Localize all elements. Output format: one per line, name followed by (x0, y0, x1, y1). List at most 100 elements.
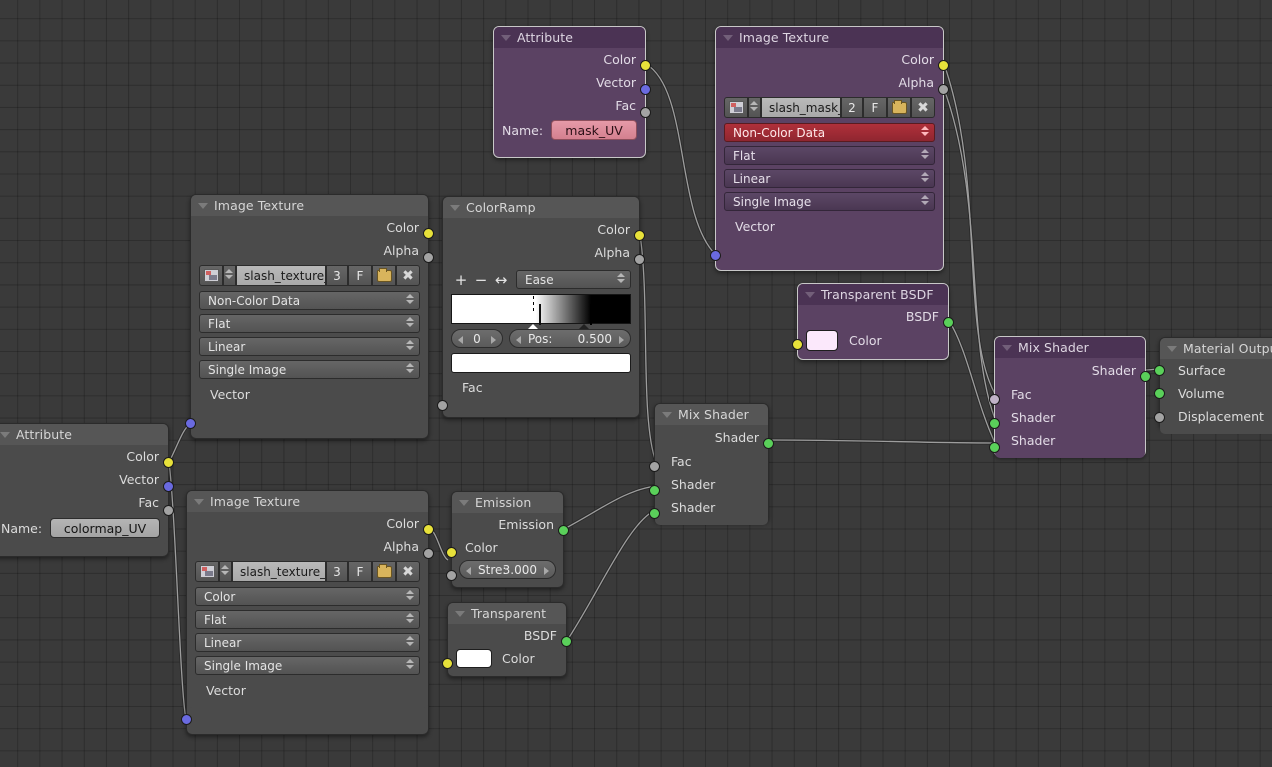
projection-dropdown[interactable]: Flat (195, 610, 420, 629)
transparent-color-swatch[interactable] (456, 649, 492, 668)
image-name-field[interactable]: slash_texture_O... (232, 561, 326, 582)
socket-in-shader-2[interactable] (649, 508, 660, 519)
socket-out-shader[interactable] (763, 438, 774, 449)
socket-in-fac[interactable] (437, 400, 448, 411)
image-browse-updown[interactable] (219, 561, 232, 582)
add-stop-button[interactable]: + (451, 270, 471, 290)
socket-out-shader[interactable] (1140, 371, 1151, 382)
attribute-name-input[interactable]: mask_UV (551, 120, 637, 140)
unlink-image-icon[interactable]: ✖ (396, 265, 420, 286)
node-image-texture-top[interactable]: Image Texture Color Alpha slash_texture_… (185, 194, 434, 439)
socket-in-shader-2[interactable] (989, 442, 1000, 453)
ramp-index-field[interactable]: 0 (451, 329, 503, 348)
collapse-triangle-icon[interactable] (805, 292, 815, 298)
image-name-field[interactable]: slash_mask_... (761, 97, 841, 118)
image-users-count[interactable]: 3 (326, 561, 348, 582)
colorramp-toolbar[interactable]: + − ↔ Ease (443, 269, 639, 290)
node-header[interactable]: Attribute (0, 424, 168, 445)
node-attribute-mask[interactable]: Attribute Color Vector Fac Name: mask_UV (493, 26, 651, 158)
colorspace-dropdown[interactable]: Non-Color Data (724, 123, 935, 142)
attribute-name-input[interactable]: colormap_UV (50, 518, 160, 538)
interpolation-dropdown[interactable]: Linear (195, 633, 420, 652)
image-datablock-icon[interactable] (724, 97, 748, 118)
socket-out-bsdf[interactable] (561, 636, 572, 647)
collapse-triangle-icon[interactable] (198, 203, 208, 209)
socket-in-displacement[interactable] (1154, 412, 1165, 423)
node-header[interactable]: Image Texture (716, 27, 943, 48)
colorspace-dropdown[interactable]: Color (195, 587, 420, 606)
node-header[interactable]: Mix Shader (655, 404, 768, 425)
ramp-stop-color-swatch[interactable] (451, 353, 631, 373)
node-image-texture-mask[interactable]: Image Texture Color Alpha slash_mask_...… (710, 26, 949, 271)
extension-dropdown[interactable]: Single Image (724, 192, 935, 211)
socket-out-color[interactable] (423, 524, 434, 535)
interpolation-dropdown[interactable]: Linear (724, 169, 935, 188)
image-datablock-icon[interactable] (199, 265, 223, 286)
socket-out-color[interactable] (423, 228, 434, 239)
node-mix-shader-mid[interactable]: Mix Shader Shader Fac Shader Shader (649, 403, 774, 525)
socket-out-fac[interactable] (163, 505, 174, 516)
collapse-triangle-icon[interactable] (0, 432, 10, 438)
collapse-triangle-icon[interactable] (455, 611, 465, 617)
ramp-stop-selected[interactable] (526, 296, 541, 330)
socket-in-shader-1[interactable] (649, 485, 660, 496)
ramp-interpolation-dropdown[interactable]: Ease (516, 270, 631, 289)
image-fake-user-button[interactable]: F (348, 561, 372, 582)
node-header[interactable]: Transparent BSDF (798, 284, 948, 305)
node-attribute-colormap[interactable]: Attribute Color Vector Fac Name: colorma… (0, 423, 174, 557)
socket-in-fac[interactable] (649, 461, 660, 472)
socket-out-alpha[interactable] (423, 252, 434, 263)
extension-dropdown[interactable]: Single Image (199, 360, 420, 379)
image-name-field[interactable]: slash_texture_... (236, 265, 326, 286)
node-header[interactable]: Attribute (494, 27, 645, 48)
unlink-image-icon[interactable]: ✖ (911, 97, 935, 118)
image-users-count[interactable]: 2 (841, 97, 863, 118)
node-transparent-bsdf-big[interactable]: Transparent BSDF BSDF Color (792, 283, 954, 360)
node-emission[interactable]: Emission Emission Color Stre: 3.000 (446, 491, 569, 588)
open-image-icon[interactable] (887, 97, 911, 118)
flip-ramp-button[interactable]: ↔ (491, 270, 511, 290)
node-transparent-bsdf-small[interactable]: Transparent B... BSDF Color (442, 602, 572, 677)
collapse-triangle-icon[interactable] (662, 412, 672, 418)
socket-out-color[interactable] (163, 457, 174, 468)
collapse-triangle-icon[interactable] (1167, 346, 1177, 352)
node-mix-shader-right[interactable]: Mix Shader Shader Fac Shader Shader (989, 336, 1151, 458)
socket-out-color[interactable] (640, 60, 651, 71)
socket-in-shader-1[interactable] (989, 418, 1000, 429)
node-header[interactable]: Emission (452, 492, 563, 513)
socket-out-fac[interactable] (640, 107, 651, 118)
image-datablock-row[interactable]: slash_mask_... 2 F ✖ (724, 97, 935, 118)
node-material-output[interactable]: Material Output Surface Volume Displacem… (1154, 337, 1272, 434)
socket-in-color[interactable] (446, 547, 457, 558)
projection-dropdown[interactable]: Flat (199, 314, 420, 333)
socket-in-vector[interactable] (181, 714, 192, 725)
node-header[interactable]: Mix Shader (995, 337, 1145, 358)
collapse-triangle-icon[interactable] (1002, 345, 1012, 351)
collapse-triangle-icon[interactable] (723, 35, 733, 41)
transparent-color-swatch[interactable] (806, 330, 838, 351)
socket-in-strength[interactable] (446, 570, 457, 581)
socket-out-vector[interactable] (640, 84, 651, 95)
socket-out-vector[interactable] (163, 481, 174, 492)
image-users-count[interactable]: 3 (326, 265, 348, 286)
socket-out-alpha[interactable] (938, 84, 949, 95)
colorramp-gradient[interactable] (451, 294, 631, 330)
image-fake-user-button[interactable]: F (348, 265, 372, 286)
socket-out-emission[interactable] (558, 525, 569, 536)
collapse-triangle-icon[interactable] (450, 205, 460, 211)
collapse-triangle-icon[interactable] (194, 499, 204, 505)
image-browse-updown[interactable] (748, 97, 761, 118)
open-image-icon[interactable] (372, 561, 396, 582)
socket-out-color[interactable] (634, 230, 645, 241)
collapse-triangle-icon[interactable] (501, 35, 511, 41)
ramp-stop-black[interactable] (578, 304, 593, 330)
collapse-triangle-icon[interactable] (459, 500, 469, 506)
emission-strength-field[interactable]: Stre: 3.000 (459, 560, 556, 579)
unlink-image-icon[interactable]: ✖ (396, 561, 420, 582)
socket-in-volume[interactable] (1154, 388, 1165, 399)
remove-stop-button[interactable]: − (471, 270, 491, 290)
image-datablock-row[interactable]: slash_texture_... 3 F ✖ (199, 265, 420, 286)
socket-in-surface[interactable] (1154, 365, 1165, 376)
socket-in-vector[interactable] (710, 250, 721, 261)
image-browse-updown[interactable] (223, 265, 236, 286)
